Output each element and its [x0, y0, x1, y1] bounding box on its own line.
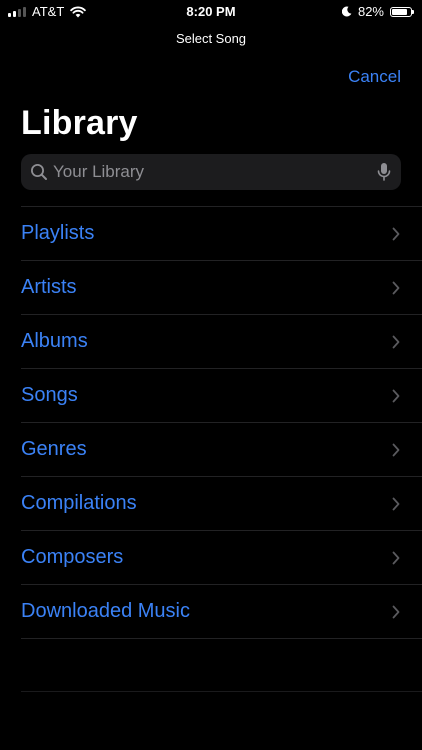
microphone-icon[interactable] — [377, 162, 391, 182]
chevron-right-icon — [392, 497, 400, 510]
list-item-label: Genres — [21, 438, 87, 460]
list-item-compilations[interactable]: Compilations — [21, 477, 422, 531]
list-item-songs[interactable]: Songs — [21, 369, 422, 423]
chevron-right-icon — [392, 335, 400, 348]
search-input[interactable] — [53, 154, 377, 190]
list-item-label: Composers — [21, 546, 124, 568]
status-right: 82% — [341, 4, 414, 19]
search-bar[interactable] — [21, 154, 401, 190]
battery-icon — [390, 6, 414, 17]
list-item-label: Artists — [21, 276, 77, 298]
list-item-label: Songs — [21, 384, 78, 406]
battery-percent: 82% — [357, 4, 384, 19]
chevron-right-icon — [392, 551, 400, 564]
divider — [21, 691, 422, 692]
chevron-right-icon — [392, 605, 400, 618]
page-title: Library — [21, 104, 138, 142]
status-bar: AT&T 8:20 PM 82% — [0, 0, 422, 22]
chevron-right-icon — [392, 281, 400, 294]
list-item-label: Albums — [21, 330, 88, 352]
list-item-composers[interactable]: Composers — [21, 531, 422, 585]
cancel-button[interactable]: Cancel — [348, 67, 401, 87]
list-item-playlists[interactable]: Playlists — [21, 207, 422, 261]
list-item-label: Compilations — [21, 492, 137, 514]
list-item-artists[interactable]: Artists — [21, 261, 422, 315]
list-item-downloaded-music[interactable]: Downloaded Music — [21, 585, 422, 639]
list-item-genres[interactable]: Genres — [21, 423, 422, 477]
chevron-right-icon — [392, 389, 400, 402]
list-item-label: Downloaded Music — [21, 600, 190, 622]
library-list: Playlists Artists Albums Songs Genres Co… — [21, 206, 422, 639]
list-item-label: Playlists — [21, 222, 95, 244]
battery-fill — [392, 8, 407, 15]
nav-title: Select Song — [175, 31, 247, 46]
search-icon — [31, 164, 47, 180]
list-item-albums[interactable]: Albums — [21, 315, 422, 369]
chevron-right-icon — [392, 443, 400, 456]
chevron-right-icon — [392, 227, 400, 240]
moon-icon — [341, 6, 352, 17]
